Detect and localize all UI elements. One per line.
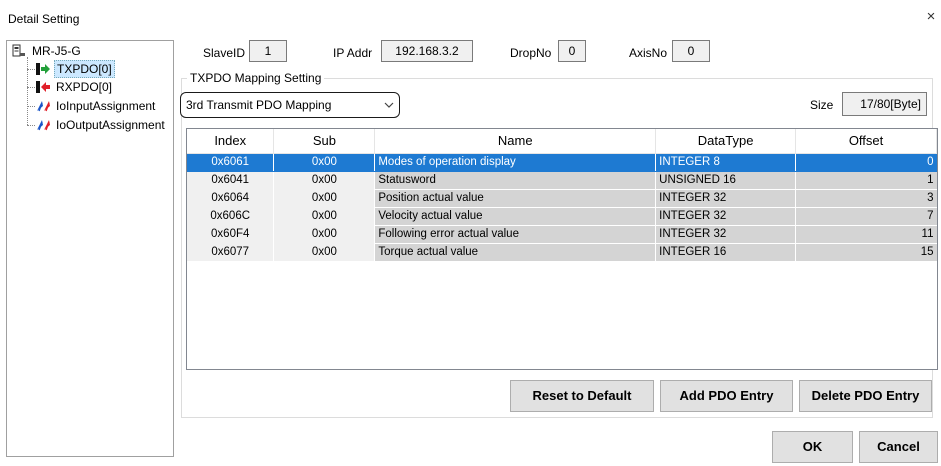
cell-sub: 0x00 bbox=[273, 225, 376, 243]
cell-name: Following error actual value bbox=[374, 225, 657, 244]
cell-offset: 0 bbox=[795, 153, 937, 172]
io-arrows-icon bbox=[35, 118, 51, 132]
cell-index: 0x6064 bbox=[187, 189, 275, 207]
delete-pdo-entry-button[interactable]: Delete PDO Entry bbox=[799, 380, 932, 412]
window-title: Detail Setting bbox=[8, 12, 80, 26]
pdo-table: Index Sub Name DataType Offset 0x6061 0x… bbox=[187, 129, 937, 262]
tree-item-label: IoInputAssignment bbox=[56, 99, 156, 113]
size-field: 17/80[Byte] bbox=[842, 92, 927, 116]
cell-datatype: INTEGER 8 bbox=[655, 153, 797, 172]
pdo-entry-table[interactable]: Index Sub Name DataType Offset 0x6061 0x… bbox=[186, 128, 938, 370]
cell-datatype: INTEGER 32 bbox=[655, 189, 797, 208]
tree-item-txpdo[interactable]: TXPDO[0] bbox=[35, 60, 115, 78]
cell-index: 0x606C bbox=[187, 207, 275, 225]
tree-item-root[interactable]: MR-J5-G bbox=[11, 43, 83, 59]
cell-datatype: INTEGER 16 bbox=[655, 243, 797, 262]
col-header-index[interactable]: Index bbox=[187, 129, 275, 154]
cell-sub: 0x00 bbox=[273, 171, 376, 189]
tree-connector-line bbox=[27, 106, 35, 107]
tree-item-io-output[interactable]: IoOutputAssignment bbox=[35, 117, 167, 133]
col-header-datatype[interactable]: DataType bbox=[655, 129, 797, 154]
cell-datatype: UNSIGNED 16 bbox=[655, 171, 797, 190]
axis-no-field: 0 bbox=[672, 40, 710, 62]
tree-connector-line bbox=[27, 125, 35, 126]
rx-arrow-icon bbox=[35, 80, 51, 94]
cell-offset: 3 bbox=[795, 189, 937, 208]
cell-offset: 15 bbox=[795, 243, 937, 262]
cancel-button[interactable]: Cancel bbox=[859, 431, 938, 463]
ip-addr-field: 192.168.3.2 bbox=[381, 40, 473, 62]
cell-index: 0x6061 bbox=[187, 153, 275, 172]
cell-name: Position actual value bbox=[374, 189, 657, 208]
drop-no-label: DropNo bbox=[510, 46, 552, 60]
cell-datatype: INTEGER 32 bbox=[655, 207, 797, 226]
tree-item-label: TXPDO[0] bbox=[54, 60, 115, 78]
cell-sub: 0x00 bbox=[273, 153, 376, 172]
tree-root-label: MR-J5-G bbox=[32, 44, 81, 58]
tree-connector-line bbox=[27, 87, 35, 88]
cell-offset: 1 bbox=[795, 171, 937, 190]
cell-offset: 7 bbox=[795, 207, 937, 226]
table-row[interactable]: 0x6041 0x00 Statusword UNSIGNED 16 1 bbox=[187, 171, 937, 190]
group-title: TXPDO Mapping Setting bbox=[187, 71, 325, 85]
ok-button[interactable]: OK bbox=[772, 431, 853, 463]
reset-to-default-button[interactable]: Reset to Default bbox=[510, 380, 654, 412]
col-header-name[interactable]: Name bbox=[374, 129, 657, 154]
table-row[interactable]: 0x6061 0x00 Modes of operation display I… bbox=[187, 153, 937, 172]
cell-name: Torque actual value bbox=[374, 243, 657, 262]
cell-name: Modes of operation display bbox=[374, 153, 657, 172]
axis-no-label: AxisNo bbox=[629, 46, 668, 60]
tree-connector-line bbox=[27, 57, 28, 125]
close-icon[interactable]: × bbox=[924, 8, 938, 26]
table-row[interactable]: 0x6077 0x00 Torque actual value INTEGER … bbox=[187, 243, 937, 262]
tree-connector-line bbox=[27, 69, 35, 70]
col-header-offset[interactable]: Offset bbox=[795, 129, 937, 154]
io-arrows-icon bbox=[35, 99, 51, 113]
cell-sub: 0x00 bbox=[273, 207, 376, 225]
cell-datatype: INTEGER 32 bbox=[655, 225, 797, 244]
table-header-row: Index Sub Name DataType Offset bbox=[187, 129, 937, 154]
col-header-sub[interactable]: Sub bbox=[273, 129, 376, 154]
cell-name: Statusword bbox=[374, 171, 657, 190]
table-row[interactable]: 0x60F4 0x00 Following error actual value… bbox=[187, 225, 937, 244]
cell-index: 0x60F4 bbox=[187, 225, 275, 243]
cell-name: Velocity actual value bbox=[374, 207, 657, 226]
pdo-mapping-value: 3rd Transmit PDO Mapping bbox=[186, 98, 332, 112]
ip-addr-label: IP Addr bbox=[333, 46, 373, 60]
table-row[interactable]: 0x606C 0x00 Velocity actual value INTEGE… bbox=[187, 207, 937, 226]
tree-item-label: RXPDO[0] bbox=[56, 80, 113, 94]
cell-index: 0x6041 bbox=[187, 171, 275, 189]
add-pdo-entry-button[interactable]: Add PDO Entry bbox=[660, 380, 793, 412]
cell-sub: 0x00 bbox=[273, 189, 376, 207]
table-row[interactable]: 0x6064 0x00 Position actual value INTEGE… bbox=[187, 189, 937, 208]
slave-id-label: SlaveID bbox=[203, 46, 246, 60]
cell-sub: 0x00 bbox=[273, 243, 376, 261]
tree-panel[interactable]: MR-J5-G TXPDO[0] RXPDO[0] IoInputAssignm… bbox=[6, 40, 174, 457]
tree-item-label: IoOutputAssignment bbox=[56, 118, 165, 132]
pdo-mapping-select[interactable]: 3rd Transmit PDO Mapping bbox=[180, 92, 400, 118]
cell-index: 0x6077 bbox=[187, 243, 275, 261]
chevron-down-icon[interactable] bbox=[379, 100, 399, 111]
tree-item-io-input[interactable]: IoInputAssignment bbox=[35, 98, 157, 114]
tree-item-rxpdo[interactable]: RXPDO[0] bbox=[35, 79, 114, 95]
cell-offset: 11 bbox=[795, 225, 937, 244]
tx-arrow-icon bbox=[35, 62, 51, 76]
drop-no-field: 0 bbox=[558, 40, 586, 62]
size-label: Size bbox=[810, 98, 834, 112]
device-icon bbox=[11, 44, 27, 58]
slave-id-field: 1 bbox=[249, 40, 287, 62]
